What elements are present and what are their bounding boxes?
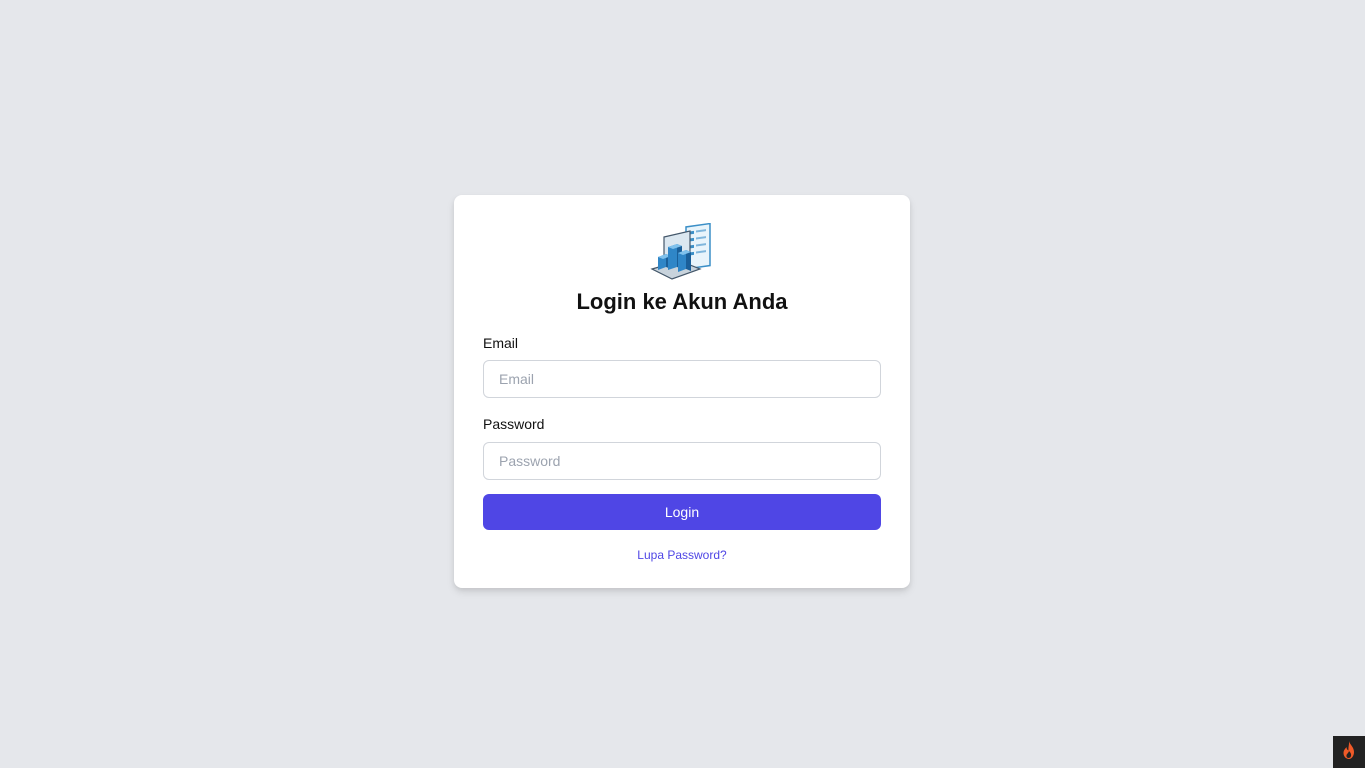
login-button[interactable]: Login: [483, 494, 881, 530]
flame-icon: [1341, 740, 1357, 764]
server-documents-icon: [650, 222, 714, 281]
page-title: Login ke Akun Anda: [576, 289, 788, 314]
password-label: Password: [483, 416, 545, 432]
login-card: Login ke Akun Anda Email Password Login …: [454, 195, 910, 588]
debug-toolbar-button[interactable]: [1333, 736, 1365, 768]
email-field[interactable]: [483, 360, 881, 398]
forgot-password-link[interactable]: Lupa Password?: [454, 548, 910, 562]
password-field[interactable]: [483, 442, 881, 480]
email-label: Email: [483, 335, 519, 351]
